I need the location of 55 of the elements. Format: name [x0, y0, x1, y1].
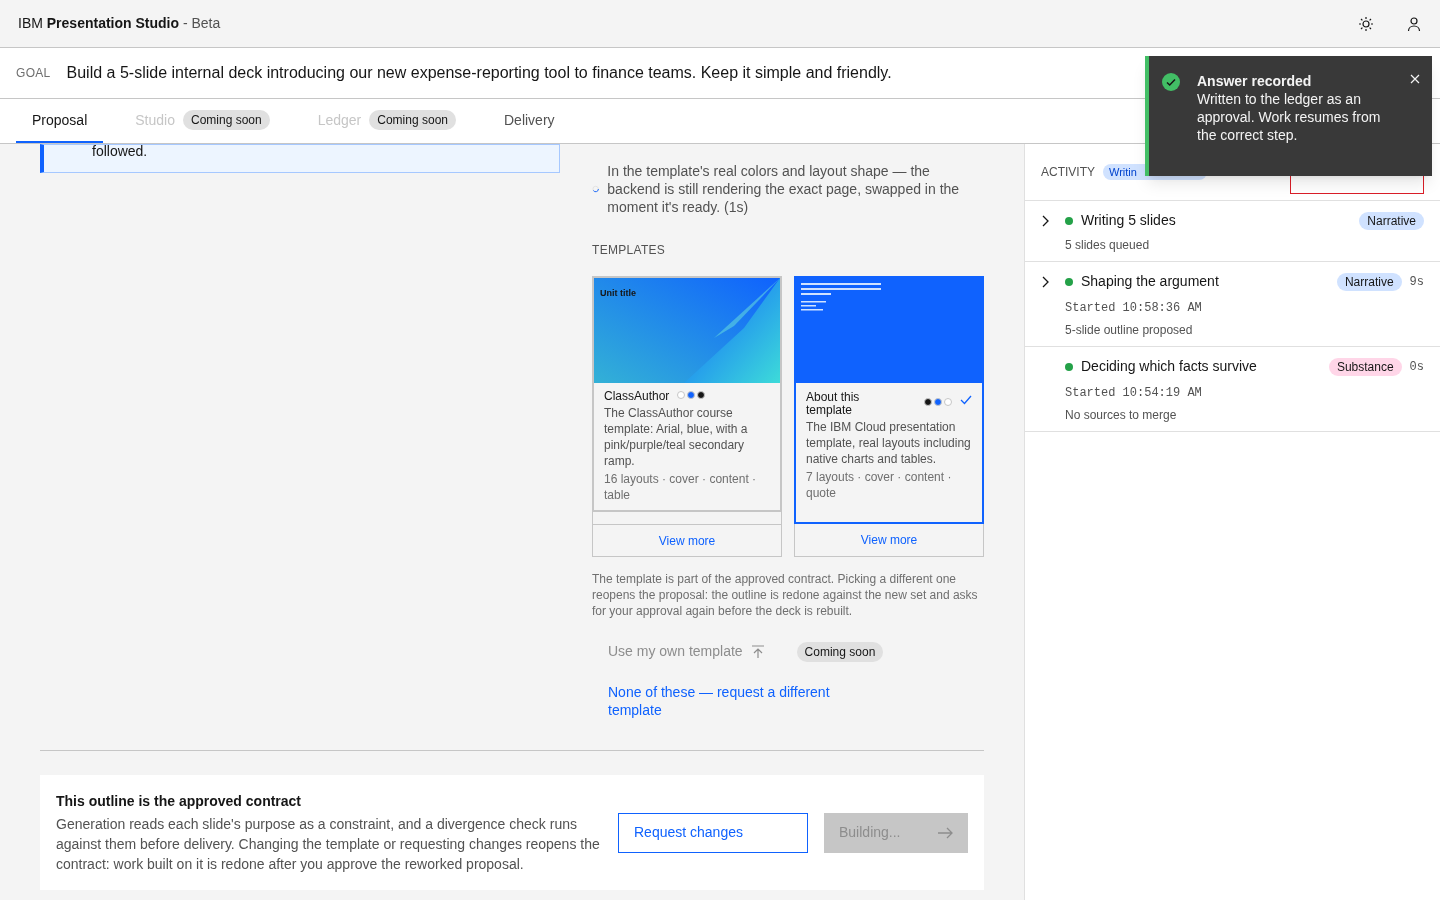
- chevron-right-icon[interactable]: [1041, 214, 1049, 227]
- notice-text: followed.: [92, 145, 149, 157]
- template-description: The ClassAuthor course template: Arial, blue, with a pink/purple/teal secondary ramp.: [604, 405, 749, 469]
- section-heading: TEMPLATES: [592, 242, 667, 259]
- category-tag: Substance: [1328, 357, 1402, 376]
- theme-icon[interactable]: [1358, 15, 1374, 32]
- activity-detail: 5 slides queued: [1065, 237, 1151, 253]
- activity-label: ACTIVITY: [1041, 164, 1095, 181]
- view-more-link[interactable]: View more: [794, 524, 984, 557]
- activity-title: Deciding which facts survive: [1081, 357, 1257, 376]
- duration: 9s: [1409, 273, 1424, 291]
- activity-detail: No sources to merge: [1065, 407, 1178, 423]
- view-more-link[interactable]: View more: [592, 524, 782, 557]
- success-check-icon: [1161, 72, 1181, 92]
- coming-soon-tag: Coming soon: [796, 641, 884, 662]
- coming-soon-tag: Coming soon: [182, 110, 270, 130]
- request-template-link[interactable]: None of these — request a different template: [592, 683, 852, 719]
- toast-title: Answer recorded: [1197, 72, 1313, 90]
- toast-message: Written to the ledger as an approval. Work resumes from the correct step.: [1197, 90, 1382, 144]
- template-card[interactable]: Unit title ClassAuthor The ClassAuthor course template: Arial, blue, with a pink/purple/teal secondary ramp. 16 layouts · cover · content · table: [592, 276, 782, 512]
- request-changes-button[interactable]: Request changes: [618, 812, 808, 853]
- template-description: The IBM Cloud presentation template, real layouts including native charts and tables.: [806, 419, 972, 467]
- template-meta: 7 layouts · cover · content · quote: [806, 469, 953, 501]
- contract-text: Generation reads each slide's purpose as a constraint, and a divergence check runs against them before delivery. Changing the template or requesting changes reopens the contract: work built on it is redone after you approve the reworked proposal.: [56, 815, 601, 874]
- activity-title: Shaping the argument: [1081, 272, 1219, 291]
- tab-label: Delivery: [504, 110, 555, 130]
- rendering-note: In the template's real colors and layout shape — the backend is still rendering the exact page, swapped in the moment it's ready. (1s): [607, 162, 961, 216]
- coming-soon-tag: Coming soon: [369, 110, 456, 130]
- tab-label: Studio: [135, 110, 175, 130]
- category-tag: Narrative: [1336, 272, 1402, 291]
- template-card[interactable]: About this template The IBM Cloud presentation template, real layouts including native charts and tables. 7 layouts · cover · content · quote: [794, 276, 984, 524]
- start-time: Started 10:54:19 AM: [1065, 385, 1203, 401]
- template-meta: 16 layouts · cover · content · table: [604, 471, 758, 503]
- goal-label: GOAL: [16, 65, 51, 82]
- check-icon: [960, 395, 972, 405]
- tab-label: Proposal: [32, 110, 88, 130]
- tab-label: Ledger: [317, 110, 362, 130]
- template-note: The template is part of the approved contract. Picking a different one reopens the proposal: the outline is redone against the new set and asks for your approval again before the deck is rebuilt.: [592, 571, 979, 619]
- contract-title: This outline is the approved contract: [56, 792, 303, 811]
- chevron-right-icon[interactable]: [1041, 275, 1049, 288]
- category-tag: Narrative: [1359, 211, 1424, 230]
- activity-detail: 5-slide outline proposed: [1065, 322, 1194, 338]
- arrow-right-icon: [937, 826, 953, 839]
- template-name: About this template: [806, 389, 861, 417]
- start-time: Started 10:58:36 AM: [1065, 300, 1203, 316]
- close-icon[interactable]: [1410, 74, 1420, 84]
- activity-title: Writing 5 slides: [1081, 211, 1176, 230]
- slide-title: Unit title: [600, 287, 636, 300]
- user-icon[interactable]: [1406, 15, 1422, 32]
- template-name: ClassAuthor: [604, 389, 670, 403]
- app-title: IBM Presentation Studio - Beta: [18, 14, 221, 33]
- goal-text: Build a 5-slide internal deck introducing our new expense-reporting tool to finance teams. Keep it simple and friendly.: [66, 63, 892, 83]
- upload-icon: [750, 644, 765, 659]
- duration: 0s: [1409, 358, 1424, 376]
- tab[interactable]: Delivery: [488, 99, 571, 143]
